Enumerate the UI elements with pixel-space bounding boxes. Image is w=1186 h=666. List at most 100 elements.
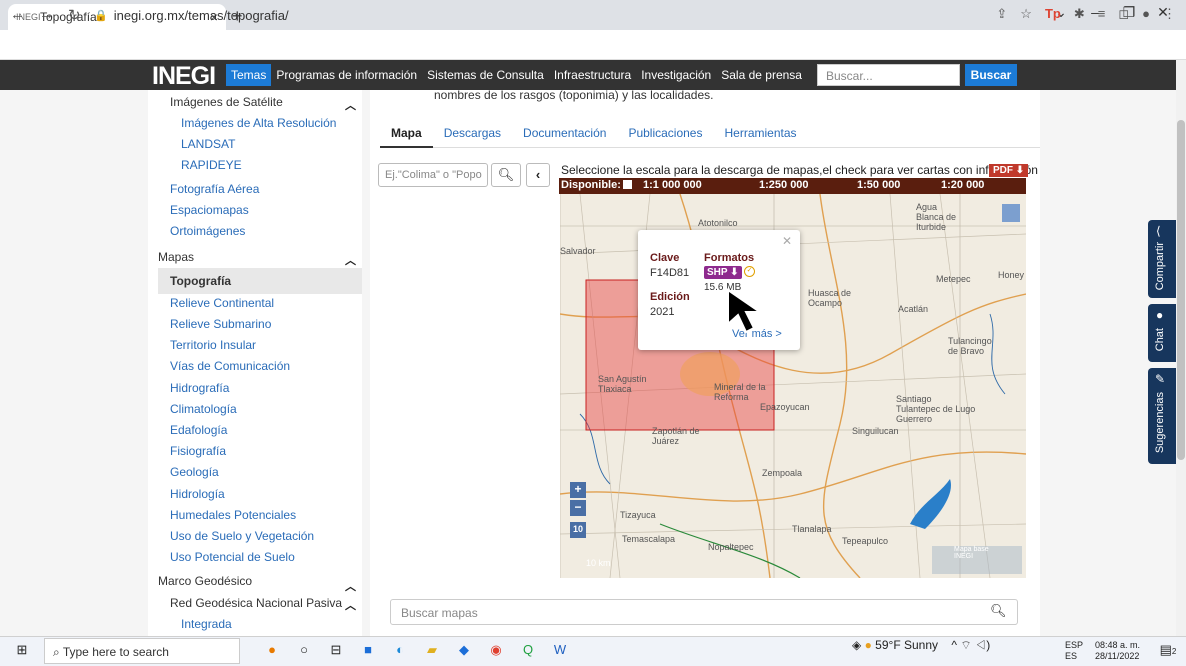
nav-infraestructura[interactable]: Infraestructura [549,64,636,86]
search-icon[interactable]: 🔍︎ [990,603,1007,619]
sidebar-item-relieve-submarino[interactable]: Relieve Submarino [170,317,271,331]
map-label-tlanalapa: Tlanalapa [792,524,832,534]
sidebar-item-relieve-continental[interactable]: Relieve Continental [170,296,274,310]
buscar-mapas-input[interactable]: Buscar mapas [390,599,1018,625]
taskbar-search[interactable]: ⌕ Type here to search [44,638,240,664]
wifi-icon[interactable]: ⌔ [960,638,971,652]
sugerencias-label: Sugerencias [1154,392,1166,454]
tab-descargas[interactable]: Descargas [433,118,512,148]
tab-documentacion[interactable]: Documentación [512,118,617,148]
reading-list-icon[interactable]: ≡ [1098,6,1106,22]
nav-sistemas[interactable]: Sistemas de Consulta [422,64,549,86]
chevron-up-icon[interactable]: ︿ [345,578,356,594]
volume-icon[interactable]: ◁) [975,638,990,652]
language-indicator[interactable]: ESP ES [1065,640,1083,662]
scrollbar-thumb[interactable] [1177,120,1185,460]
site-search-button[interactable]: Buscar [965,64,1017,86]
sidebar-item-vias-comunicacion[interactable]: Vías de Comunicación [170,359,290,373]
scale-option-50k[interactable]: 1:50 000 [857,179,900,191]
sidebar-item-marco-geodesico[interactable]: Marco Geodésico [158,574,252,588]
sidebar-item-espaciomapas[interactable]: Espaciomapas [170,203,249,217]
notification-icon[interactable]: ▤2 [1158,640,1178,660]
tab-mapa[interactable]: Mapa [380,118,433,148]
sidebar-item-red-geodesica[interactable]: Red Geodésica Nacional Pasiva [170,596,342,610]
sidebar-item-imagenes-satelite[interactable]: Imágenes de Satélite [170,95,283,109]
sidebar-item-hidrologia[interactable]: Hidrología [170,487,225,501]
sidebar-item-mapas[interactable]: Mapas [158,250,194,264]
chat-widget[interactable]: ● Chat [1148,304,1176,362]
zoom-out-button[interactable]: − [570,500,586,516]
zoom-in-button[interactable]: + [570,482,586,498]
tab-publicaciones[interactable]: Publicaciones [617,118,713,148]
profile-avatar[interactable]: ● [1142,6,1150,22]
sidebar-item-territorio-insular[interactable]: Territorio Insular [170,338,256,352]
scale-option-250k[interactable]: 1:250 000 [759,179,809,191]
reload-icon[interactable]: ↻ [68,6,81,24]
bookmark-star-icon[interactable]: ☆ [1020,6,1032,22]
sidebar-item-climatologia[interactable]: Climatología [170,402,237,416]
share-icon[interactable]: ⇪ [996,6,1007,22]
map-collapse-button[interactable]: ‹ [526,163,550,187]
close-popup-icon[interactable]: ✕ [782,234,792,248]
base-map-label[interactable]: Mapa base INEGI [954,546,994,560]
nav-programas[interactable]: Programas de información [271,64,422,86]
lock-icon[interactable]: 🔒 [94,9,108,22]
pdf-download-button[interactable]: PDF ⬇ [989,164,1029,177]
menu-kebab-icon[interactable]: ⋮ [1163,6,1176,22]
sidebar-item-uso-potencial[interactable]: Uso Potencial de Suelo [170,550,295,564]
chevron-up-icon[interactable]: ︿ [345,97,356,113]
map-search-button[interactable]: 🔍︎ [491,163,521,187]
sidebar-item-fotografia-aerea[interactable]: Fotografía Aérea [170,182,259,196]
qgis-icon[interactable]: Q [518,640,538,660]
sidebar-item-hidrografia[interactable]: Hidrografía [170,381,229,395]
windows-start-icon[interactable]: ⊞ [12,640,32,660]
file-explorer-icon[interactable]: ▰ [422,640,442,660]
sidebar-item-integrada[interactable]: Integrada [181,617,232,631]
edge-icon[interactable]: ◐ [390,640,410,660]
sugerencias-widget[interactable]: ✎ Sugerencias [1148,368,1176,464]
tab-herramientas[interactable]: Herramientas [713,118,807,148]
weather-text[interactable]: 59°F Sunny [875,638,938,652]
network-app-icon[interactable]: ◈ [852,638,861,652]
tray-chevron-icon[interactable]: ^ [951,638,957,652]
sidebar-item-geologia[interactable]: Geología [170,465,219,479]
chrome-icon[interactable]: ◉ [486,640,506,660]
sidebar-item-humedales[interactable]: Humedales Potenciales [170,508,296,522]
back-icon[interactable]: ← [10,6,25,24]
sidebar-item-edafologia[interactable]: Edafología [170,423,227,437]
sidebar-item-uso-suelo[interactable]: Uso de Suelo y Vegetación [170,529,314,543]
calculator-icon[interactable]: ■ [358,640,378,660]
scale-option-20k[interactable]: 1:20 000 [941,179,984,191]
site-search-input[interactable]: Buscar... [817,64,960,86]
sidebar-item-landsat[interactable]: LANDSAT [181,137,235,151]
compartir-widget[interactable]: ⟨ Compartir [1148,220,1176,298]
multitask-icon[interactable]: ⊟ [326,640,346,660]
weather-widget-icon[interactable]: ● [262,640,282,660]
sidebar-item-fisiografia[interactable]: Fisiografía [170,444,226,458]
taskbar-clock[interactable]: 08:48 a. m. 28/11/2022 [1095,640,1140,662]
forward-icon[interactable]: → [39,6,54,24]
store-icon[interactable]: ◆ [454,640,474,660]
inegi-logo[interactable]: INEGI [152,62,216,91]
nav-investigacion[interactable]: Investigación [636,64,716,86]
shp-download-button[interactable]: SHP ⬇ [704,266,742,279]
nav-sala-prensa[interactable]: Sala de prensa [716,64,807,86]
puzzle-icon[interactable]: ✱ [1074,6,1085,22]
sidebar-item-rapideye[interactable]: RAPIDEYE [181,158,242,172]
chevron-up-icon[interactable]: ︿ [345,597,356,613]
sidebar-item-alta-resolucion[interactable]: Imágenes de Alta Resolución [181,116,336,130]
sidepanel-icon[interactable]: ◻ [1118,6,1129,22]
search-icon: ⌕ [53,645,63,659]
omnibox[interactable]: 🔒 inegi.org.mx/temas/topografia/ [94,4,1034,26]
word-icon[interactable]: W [550,640,570,660]
map-label-tulancingo: Tulancingo de Bravo [948,336,992,356]
sidebar-item-topografia[interactable]: Topografía [170,274,231,288]
tp-extension-icon[interactable]: Tp [1045,6,1061,22]
disponible-checkbox[interactable] [623,180,632,189]
nav-temas[interactable]: Temas [226,64,272,86]
task-view-icon[interactable]: ○ [294,640,314,660]
chevron-up-icon[interactable]: ︿ [345,252,356,268]
sidebar-item-ortoimagenes[interactable]: Ortoimágenes [170,224,245,238]
map-search-input[interactable]: Ej."Colima" o "Popo [378,163,488,187]
scale-option-1m[interactable]: 1:1 000 000 [643,179,702,191]
